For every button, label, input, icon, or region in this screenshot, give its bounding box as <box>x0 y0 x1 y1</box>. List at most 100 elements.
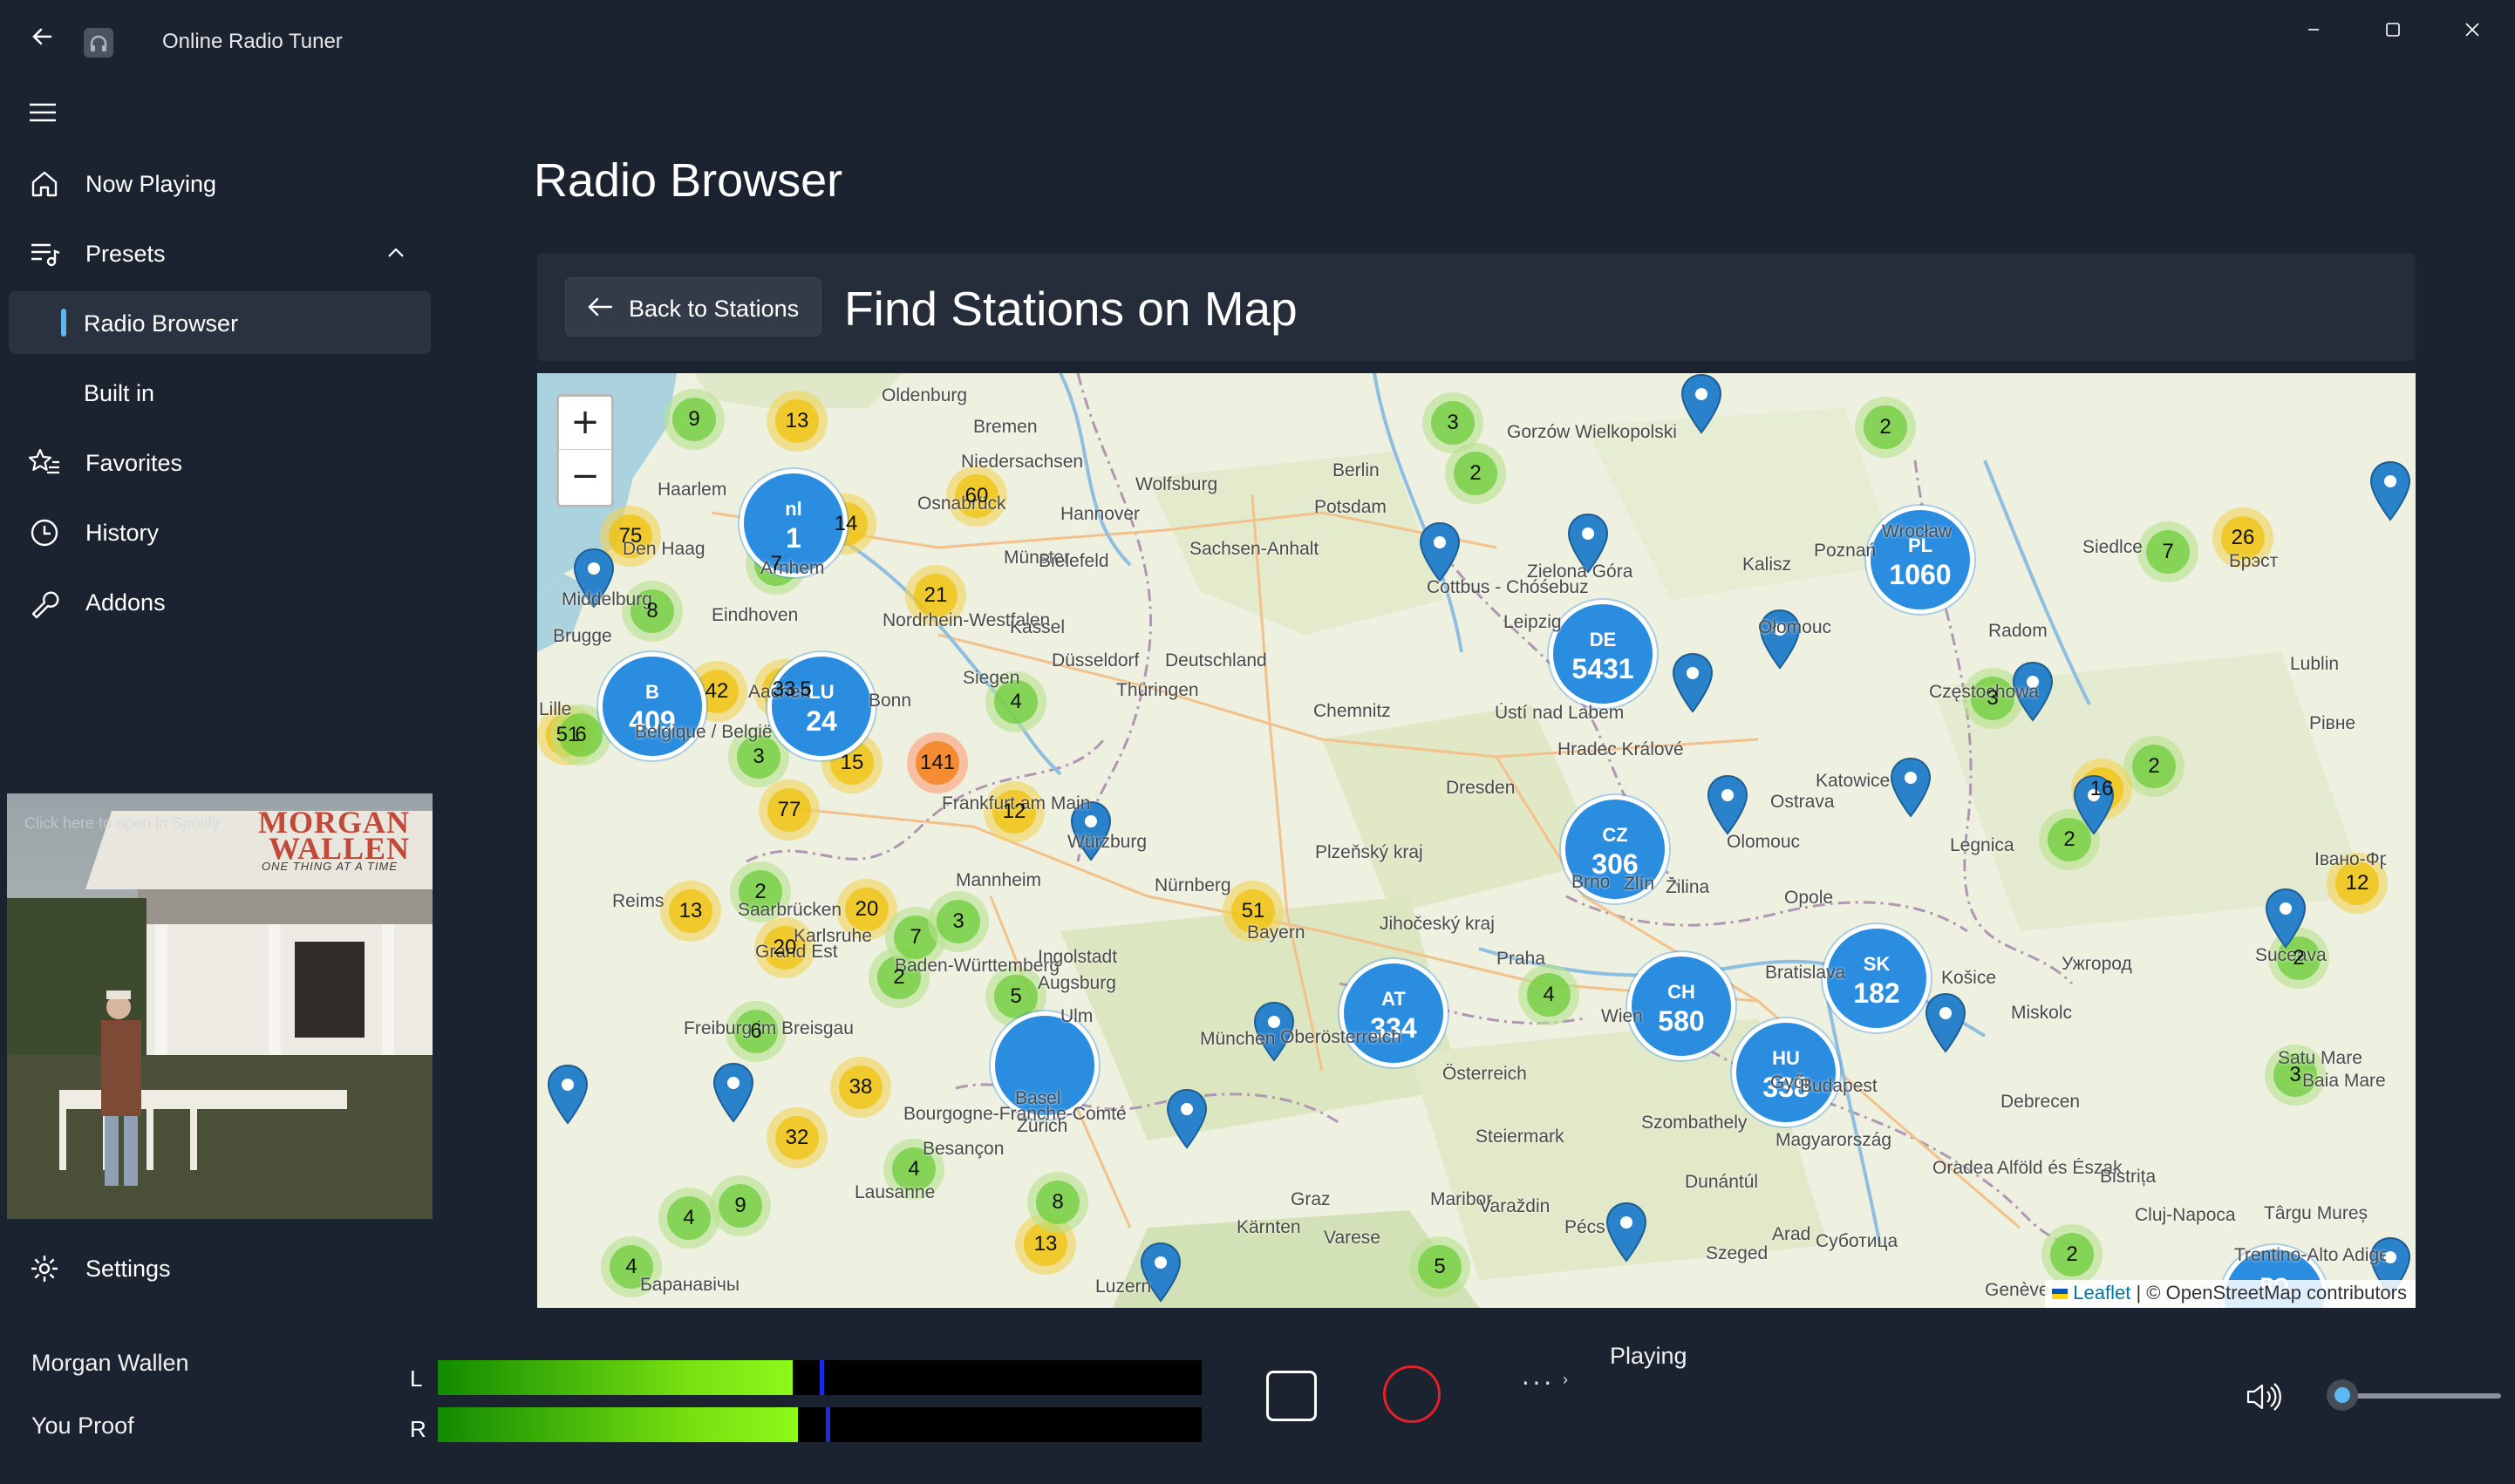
cluster-count: 13 <box>678 899 703 922</box>
maximize-button[interactable] <box>2362 12 2423 47</box>
cluster-count: 75 <box>618 524 643 548</box>
volume-slider-thumb[interactable] <box>2327 1379 2358 1411</box>
close-button[interactable] <box>2442 12 2503 47</box>
zoom-control: + − <box>556 394 614 507</box>
map-cluster[interactable]: 141 <box>907 732 968 793</box>
map-place-label: Siegen <box>963 668 1020 688</box>
map-cluster[interactable]: 2 <box>2123 736 2184 797</box>
map-country-cluster[interactable]: CH 580 <box>1627 952 1735 1060</box>
nav-history[interactable]: History <box>9 500 431 563</box>
map-place-label: Lausanne <box>855 1182 936 1202</box>
nav-favorites[interactable]: Favorites <box>9 431 431 494</box>
panel-title: Find Stations on Map <box>844 282 1298 336</box>
cluster-station-count: 24 <box>806 705 837 737</box>
map-place-label: Wolfsburg <box>1135 474 1218 494</box>
map-place-label: Брэст <box>2229 551 2279 571</box>
cluster-count: 12 <box>2345 871 2369 895</box>
map-cluster[interactable]: 60 <box>946 466 1007 527</box>
map-cluster[interactable]: 32 <box>767 1107 828 1168</box>
station-map[interactable]: + − 9 13 75 14 60 7 8 42 33 5 21 51 6 3 15 141 4 77 2 13 20 1… <box>537 373 2416 1308</box>
zoom-out-button[interactable]: − <box>559 451 611 503</box>
station-pin-icon[interactable] <box>2264 888 2307 950</box>
map-cluster[interactable]: 77 <box>759 779 820 841</box>
cluster-count: 13 <box>785 409 809 432</box>
station-pin-icon[interactable] <box>1671 652 1714 715</box>
station-pin-icon[interactable] <box>712 1062 755 1125</box>
map-country-cluster[interactable]: DE 5431 <box>1549 600 1657 708</box>
leaflet-link[interactable]: Leaflet <box>2073 1282 2130 1304</box>
nav-presets[interactable]: Presets <box>9 221 431 284</box>
cluster-count: 3 <box>1447 411 1459 434</box>
map-cluster[interactable]: 2 <box>2041 1224 2103 1285</box>
title-back-button[interactable] <box>24 19 63 54</box>
nav-radio-browser[interactable]: Radio Browser <box>9 291 431 354</box>
station-pin-icon[interactable] <box>1706 774 1749 837</box>
map-place-label: Brugge <box>553 626 612 646</box>
meter-left-fill <box>438 1360 794 1395</box>
map-cluster[interactable]: 2 <box>1855 397 1916 458</box>
page-title: Radio Browser <box>534 154 843 207</box>
map-cluster[interactable]: 2 <box>1445 443 1506 504</box>
station-pin-icon[interactable] <box>2368 460 2412 523</box>
map-place-label: Рівне <box>2309 713 2356 733</box>
station-pin-icon[interactable] <box>1165 1088 1209 1151</box>
map-cluster[interactable]: 7 <box>2137 521 2198 582</box>
map-place-label: Bistrița <box>2100 1167 2157 1187</box>
map-cluster[interactable]: 12 <box>984 781 1045 842</box>
minimize-button[interactable] <box>2283 12 2344 47</box>
album-artist-logo: MORGAN WALLEN <box>258 805 410 866</box>
nav-built-in[interactable]: Built in <box>9 361 431 424</box>
map-cluster[interactable]: 8 <box>1027 1172 1088 1233</box>
station-pin-icon[interactable] <box>1680 373 1723 436</box>
chevron-up-icon[interactable] <box>385 244 406 262</box>
map-cluster[interactable]: 13 <box>660 881 721 942</box>
map-place-label: Ostrava <box>1770 792 1835 812</box>
cluster-count: 7 <box>2162 540 2174 563</box>
cluster-count: 51 <box>1241 899 1265 922</box>
station-pin-icon[interactable] <box>1924 992 1967 1055</box>
map-place-label: Debrecen <box>2000 1092 2081 1112</box>
zoom-in-button[interactable]: + <box>559 397 611 450</box>
map-cluster[interactable]: 4 <box>1518 964 1579 1025</box>
nav-addons[interactable]: Addons <box>9 570 431 633</box>
map-place-label: Leipzig <box>1503 612 1562 632</box>
station-pin-icon[interactable] <box>1605 1201 1648 1264</box>
cluster-count: 20 <box>855 897 879 921</box>
record-button[interactable] <box>1383 1365 1441 1423</box>
cluster-count: 38 <box>849 1075 873 1099</box>
map-place-label: Budapest <box>1800 1076 1878 1096</box>
map-place-label: Oradea <box>1932 1158 1994 1178</box>
nav-settings[interactable]: Settings <box>9 1236 431 1299</box>
map-place-label: Trentino-Alto Adige/Südtirol <box>2234 1245 2386 1265</box>
map-cluster[interactable]: 38 <box>830 1057 891 1118</box>
window-title: Online Radio Tuner <box>162 30 343 53</box>
stop-button[interactable] <box>1266 1371 1317 1421</box>
cluster-count: 4 <box>908 1157 920 1181</box>
map-place-label: Haarlem <box>658 480 727 500</box>
volume-button[interactable] <box>2245 1379 2283 1414</box>
map-place-label: Zürich <box>1017 1116 1068 1136</box>
map-country-cluster[interactable]: B 409 <box>598 652 706 760</box>
more-button[interactable]: ··· <box>1521 1365 1554 1398</box>
menu-toggle-button[interactable] <box>26 98 61 127</box>
map-place-label: Graz <box>1291 1189 1331 1209</box>
map-country-cluster[interactable]: AT 334 <box>1339 959 1448 1067</box>
back-to-stations-button[interactable]: Back to Stations <box>565 277 821 337</box>
map-place-label: Ingolstadt <box>1038 947 1118 967</box>
cluster-count: 2 <box>2148 754 2160 778</box>
volume-slider-track[interactable] <box>2344 1393 2501 1399</box>
cluster-count: 2 <box>1879 415 1891 439</box>
station-pin-icon[interactable] <box>1418 521 1462 584</box>
arrow-left-icon <box>32 28 52 45</box>
cluster-count: 26 <box>2231 526 2255 549</box>
map-cluster[interactable]: 13 <box>767 391 828 452</box>
station-pin-icon[interactable] <box>546 1064 590 1127</box>
cluster-count: 13 <box>1033 1232 1058 1256</box>
map-cluster[interactable]: 5 <box>1409 1236 1470 1297</box>
map-cluster[interactable]: 6 <box>726 1001 787 1062</box>
album-art[interactable]: Click here to open in Spotify MORGAN WAL… <box>7 793 433 1219</box>
nav-now-playing[interactable]: Now Playing <box>9 152 431 214</box>
map-cluster[interactable]: 9 <box>664 389 725 450</box>
cluster-count: 5 <box>1010 984 1022 1008</box>
station-pin-icon[interactable] <box>1889 757 1932 820</box>
